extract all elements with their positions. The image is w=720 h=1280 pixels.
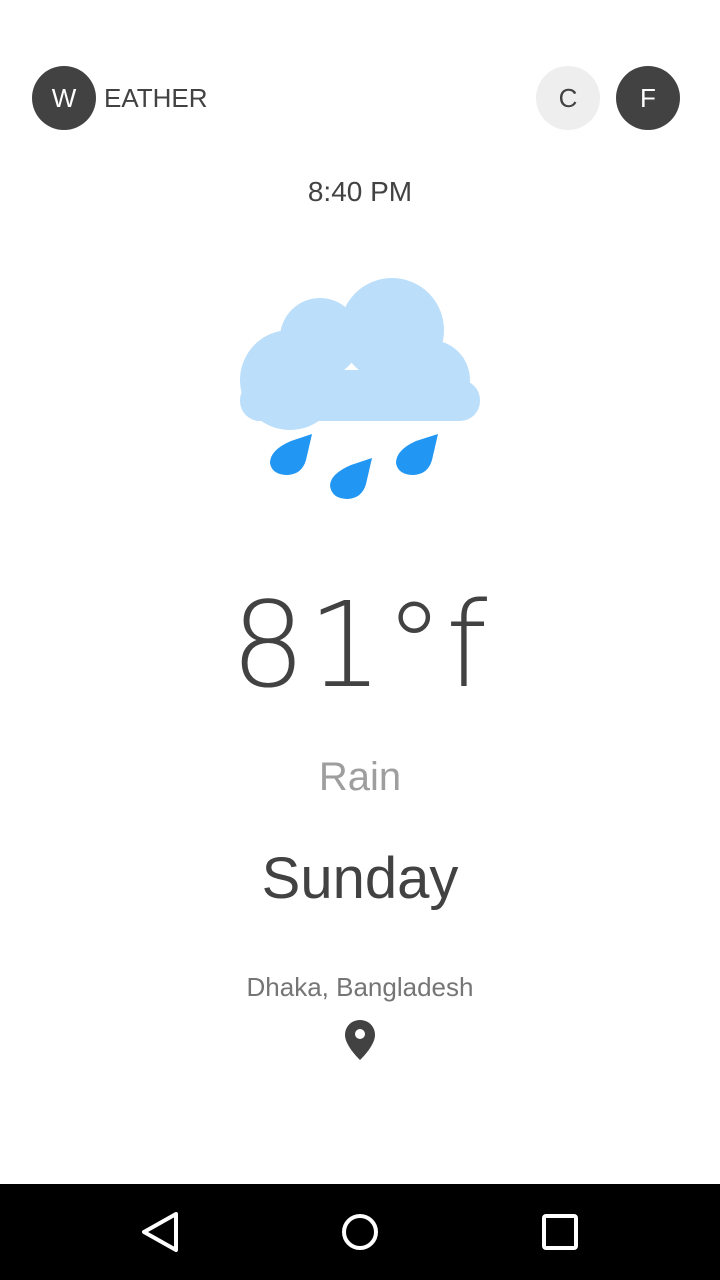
current-time: 8:40 PM xyxy=(307,176,413,207)
back-triangle-icon[interactable] xyxy=(132,1204,188,1260)
location-label: Dhaka, Bangladesh xyxy=(246,972,474,1002)
weather-screen: W EATHER C F 8:40 PM 81°f Rain Sunday Dh… xyxy=(0,0,720,1280)
celsius-toggle-button[interactable]: C xyxy=(536,66,600,130)
recents-square-icon[interactable] xyxy=(532,1204,588,1260)
rain-cloud-icon xyxy=(240,278,480,499)
location-pin-icon xyxy=(345,1020,375,1060)
home-circle-icon[interactable] xyxy=(332,1204,388,1260)
logo-letter-badge: W xyxy=(32,66,96,130)
weather-condition: Rain xyxy=(318,755,402,799)
app-header: W EATHER C F xyxy=(0,0,720,160)
app-title: EATHER xyxy=(104,83,208,113)
system-navigation-bar xyxy=(0,1184,720,1280)
day-of-week: Sunday xyxy=(261,846,459,911)
temperature-reading: 81°f xyxy=(230,576,490,714)
fahrenheit-toggle-button[interactable]: F xyxy=(616,66,680,130)
